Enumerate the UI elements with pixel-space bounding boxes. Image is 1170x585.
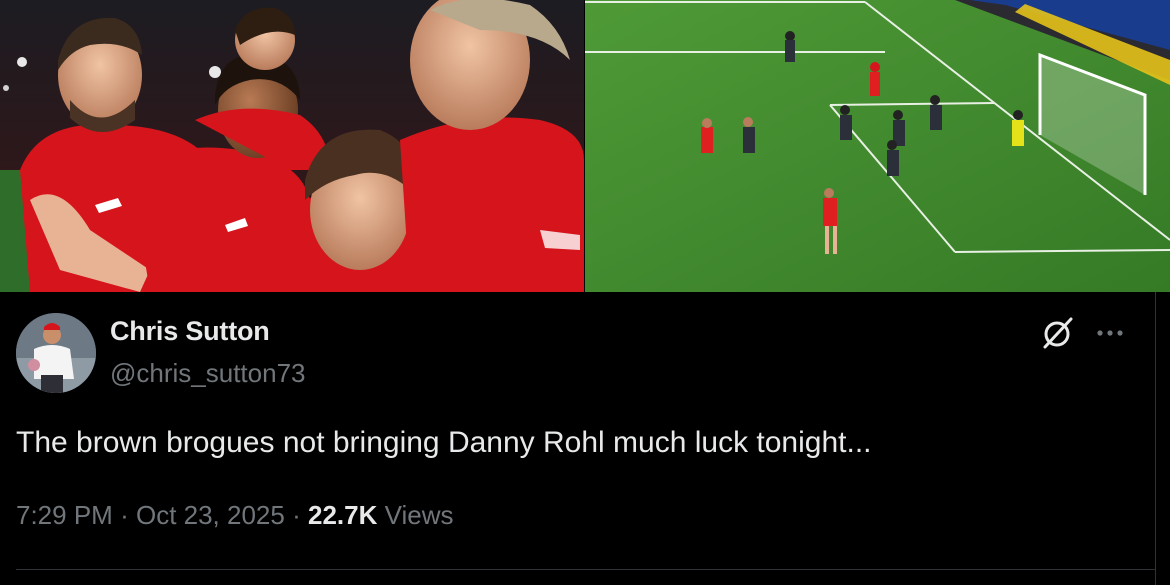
more-options-icon[interactable] xyxy=(1092,316,1128,350)
bottom-divider xyxy=(16,569,1156,570)
celebration-photo xyxy=(0,0,584,292)
author-handle[interactable]: @chris_sutton73 xyxy=(110,358,306,389)
avatar[interactable] xyxy=(16,313,96,393)
card-border xyxy=(1155,292,1156,585)
meta-separator: · xyxy=(292,500,301,530)
media-image-celebration[interactable] xyxy=(0,0,584,292)
views-label: Views xyxy=(384,500,454,530)
meta-separator: · xyxy=(120,500,129,530)
tweet-meta: 7:29 PM · Oct 23, 2025 · 22.7K Views xyxy=(16,500,454,531)
views-count[interactable]: 22.7K xyxy=(308,500,377,530)
author-display-name[interactable]: Chris Sutton xyxy=(110,316,270,347)
avatar-photo-icon xyxy=(16,313,96,393)
media-grid xyxy=(0,0,1170,292)
media-image-pitch[interactable] xyxy=(585,0,1170,292)
grok-icon[interactable] xyxy=(1040,316,1074,350)
pitch-photo xyxy=(585,0,1170,292)
tweet-time[interactable]: 7:29 PM xyxy=(16,500,113,530)
tweet-date[interactable]: Oct 23, 2025 xyxy=(136,500,285,530)
tweet-text: The brown brogues not bringing Danny Roh… xyxy=(16,426,872,459)
